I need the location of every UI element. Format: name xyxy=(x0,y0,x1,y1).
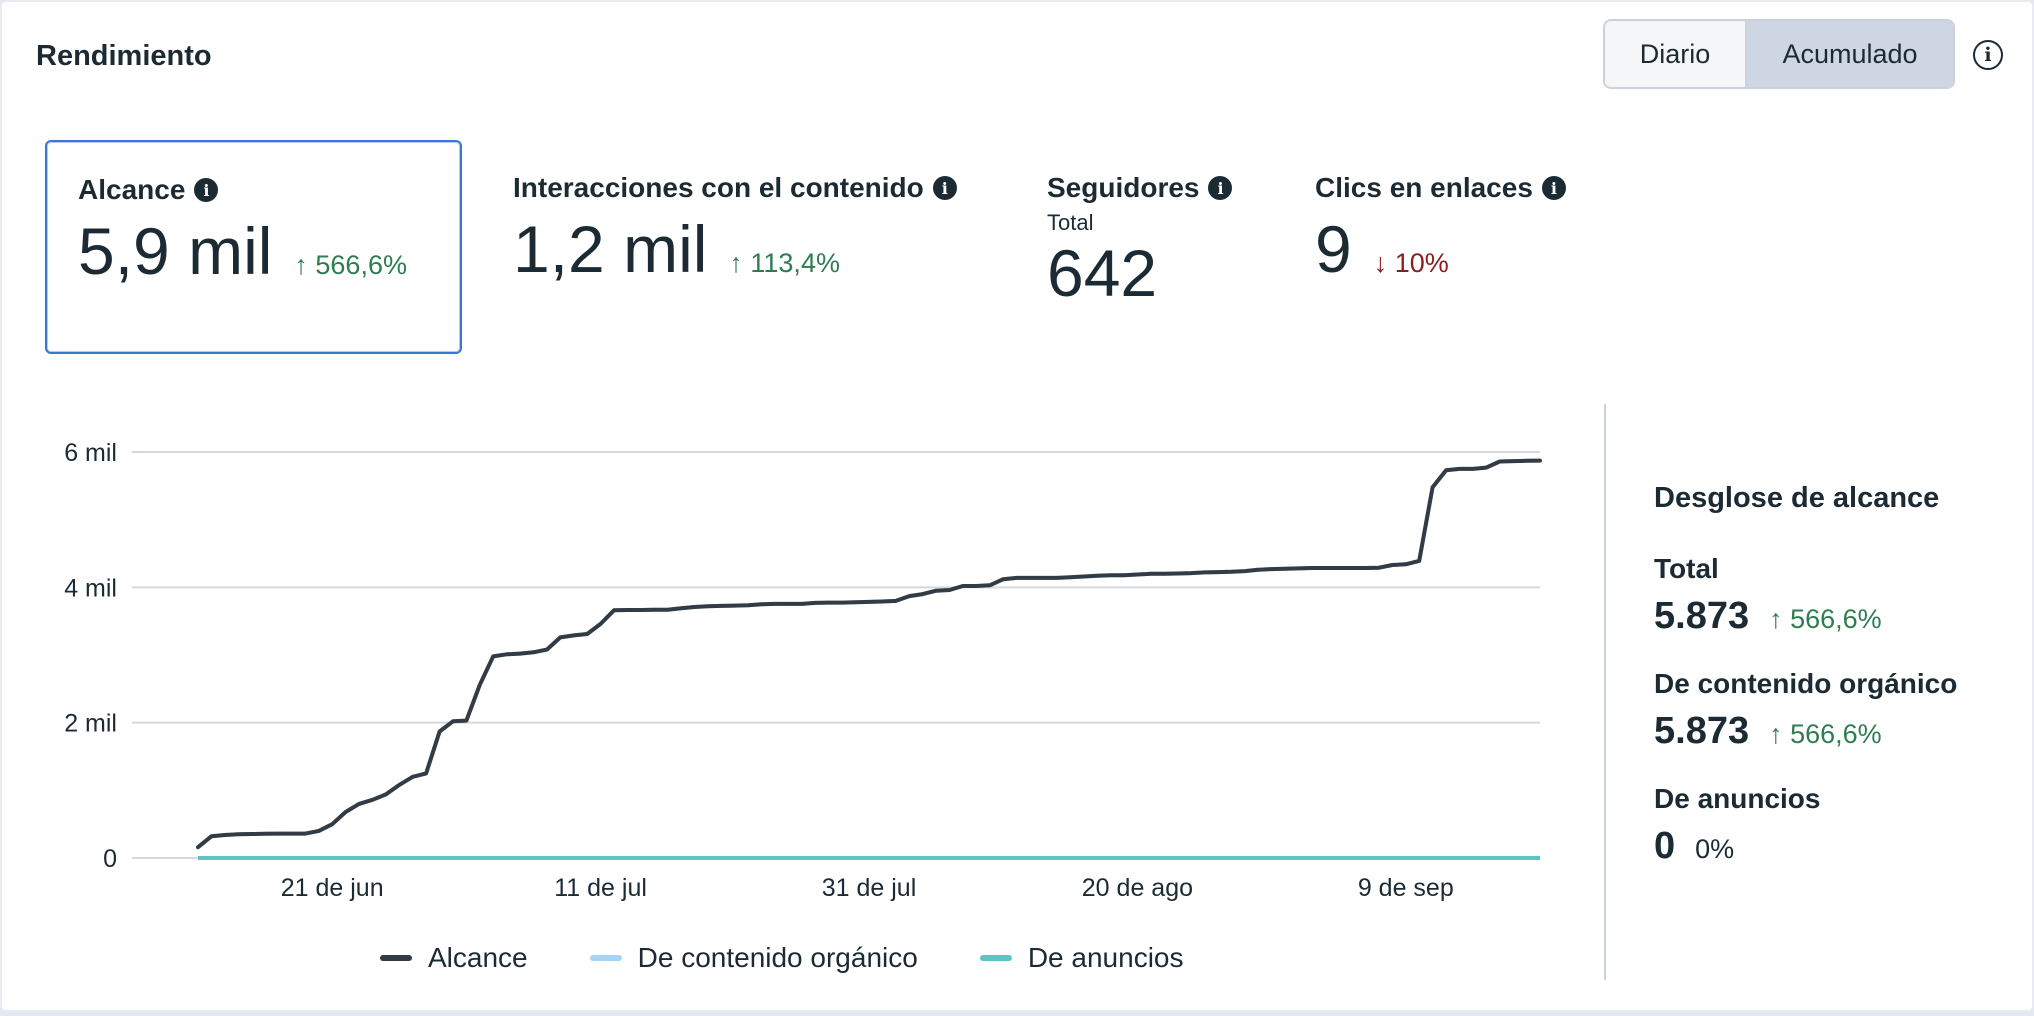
y-tick-label: 2 mil xyxy=(64,710,117,738)
metric-change: ↓ 10% xyxy=(1373,248,1449,278)
card-title: Rendimiento xyxy=(36,40,212,72)
toggle-acumulado-button[interactable]: Acumulado xyxy=(1747,21,1953,87)
metric-interacciones-card[interactable]: Interacciones con el contenido i 1,2 mil… xyxy=(513,172,957,282)
metric-clics-card[interactable]: Clics en enlaces i 9 ↓ 10% xyxy=(1315,172,1566,282)
breakdown-value: 5.873 xyxy=(1654,710,1750,752)
metric-label: Clics en enlaces xyxy=(1315,172,1533,203)
breakdown-label: Total xyxy=(1654,553,1719,584)
metric-value: 1,2 mil xyxy=(513,212,708,286)
legend-label: De anuncios xyxy=(1027,942,1184,973)
info-icon[interactable]: i xyxy=(194,178,219,202)
y-tick-label: 4 mil xyxy=(64,574,117,602)
x-tick-label: 9 de sep xyxy=(1358,874,1454,902)
metric-change: ↑ 566,6% xyxy=(294,250,407,280)
x-tick-label: 11 de jul xyxy=(554,874,647,902)
metric-value: 5,9 mil xyxy=(78,214,273,288)
y-tick-label: 0 xyxy=(103,845,117,873)
reach-breakdown: Desglose de alcance Total 5.873 ↑ 566,6%… xyxy=(1654,482,1957,898)
metric-label: Alcance xyxy=(78,174,186,205)
legend-label: Alcance xyxy=(428,942,528,973)
metric-change: ↑ 113,4% xyxy=(729,248,840,278)
x-tick-label: 20 de ago xyxy=(1082,874,1193,902)
series-line-organico xyxy=(196,458,1541,849)
legend-item-organico[interactable]: De contenido orgánico xyxy=(589,942,918,974)
metric-value: 9 xyxy=(1315,212,1352,286)
legend-swatch xyxy=(979,955,1012,961)
legend-label: De contenido orgánico xyxy=(637,942,918,973)
breakdown-change: ↑ 566,6% xyxy=(1769,604,1882,634)
legend-item-alcance[interactable]: Alcance xyxy=(380,942,528,974)
legend-item-anuncios[interactable]: De anuncios xyxy=(979,942,1184,974)
info-icon[interactable]: i xyxy=(1208,176,1233,200)
toggle-diario-button[interactable]: Diario xyxy=(1605,21,1747,87)
chart-legend: Alcance De contenido orgánico De anuncio… xyxy=(380,942,1183,974)
metric-seguidores-card[interactable]: Seguidores i Total 642 xyxy=(1047,172,1233,310)
breakdown-label: De contenido orgánico xyxy=(1654,668,1958,699)
legend-swatch xyxy=(589,955,622,961)
x-tick-label: 21 de jun xyxy=(281,874,384,902)
breakdown-value: 0 xyxy=(1654,825,1676,867)
divider xyxy=(1604,404,1606,980)
info-icon[interactable]: i xyxy=(1973,40,2003,70)
breakdown-title: Desglose de alcance xyxy=(1654,482,1940,514)
info-icon[interactable]: i xyxy=(932,176,957,200)
reach-line-chart: 0 2 mil 4 mil 6 mil 21 de jun 11 de jul 31 de … xyxy=(64,439,1542,902)
breakdown-change: 0% xyxy=(1695,834,1735,864)
breakdown-label: De anuncios xyxy=(1654,783,1821,814)
breakdown-value: 5.873 xyxy=(1654,595,1750,637)
x-tick-label: 31 de jul xyxy=(822,874,917,902)
metric-value: 642 xyxy=(1047,236,1158,310)
series-line-alcance[interactable] xyxy=(196,458,1542,850)
performance-card: Rendimiento Diario Acumulado i Alcance i… xyxy=(0,0,2034,1012)
breakdown-change: ↑ 566,6% xyxy=(1769,719,1882,749)
metric-label: Seguidores xyxy=(1047,172,1200,203)
metric-alcance-card[interactable]: Alcance i 5,9 mil ↑ 566,6% xyxy=(45,140,462,354)
y-tick-label: 6 mil xyxy=(64,439,117,467)
view-toggle[interactable]: Diario Acumulado xyxy=(1603,19,1955,89)
metric-label: Interacciones con el contenido xyxy=(513,172,924,203)
metric-sublabel: Total xyxy=(1047,210,1094,235)
info-icon[interactable]: i xyxy=(1541,176,1566,200)
legend-swatch xyxy=(380,955,412,961)
